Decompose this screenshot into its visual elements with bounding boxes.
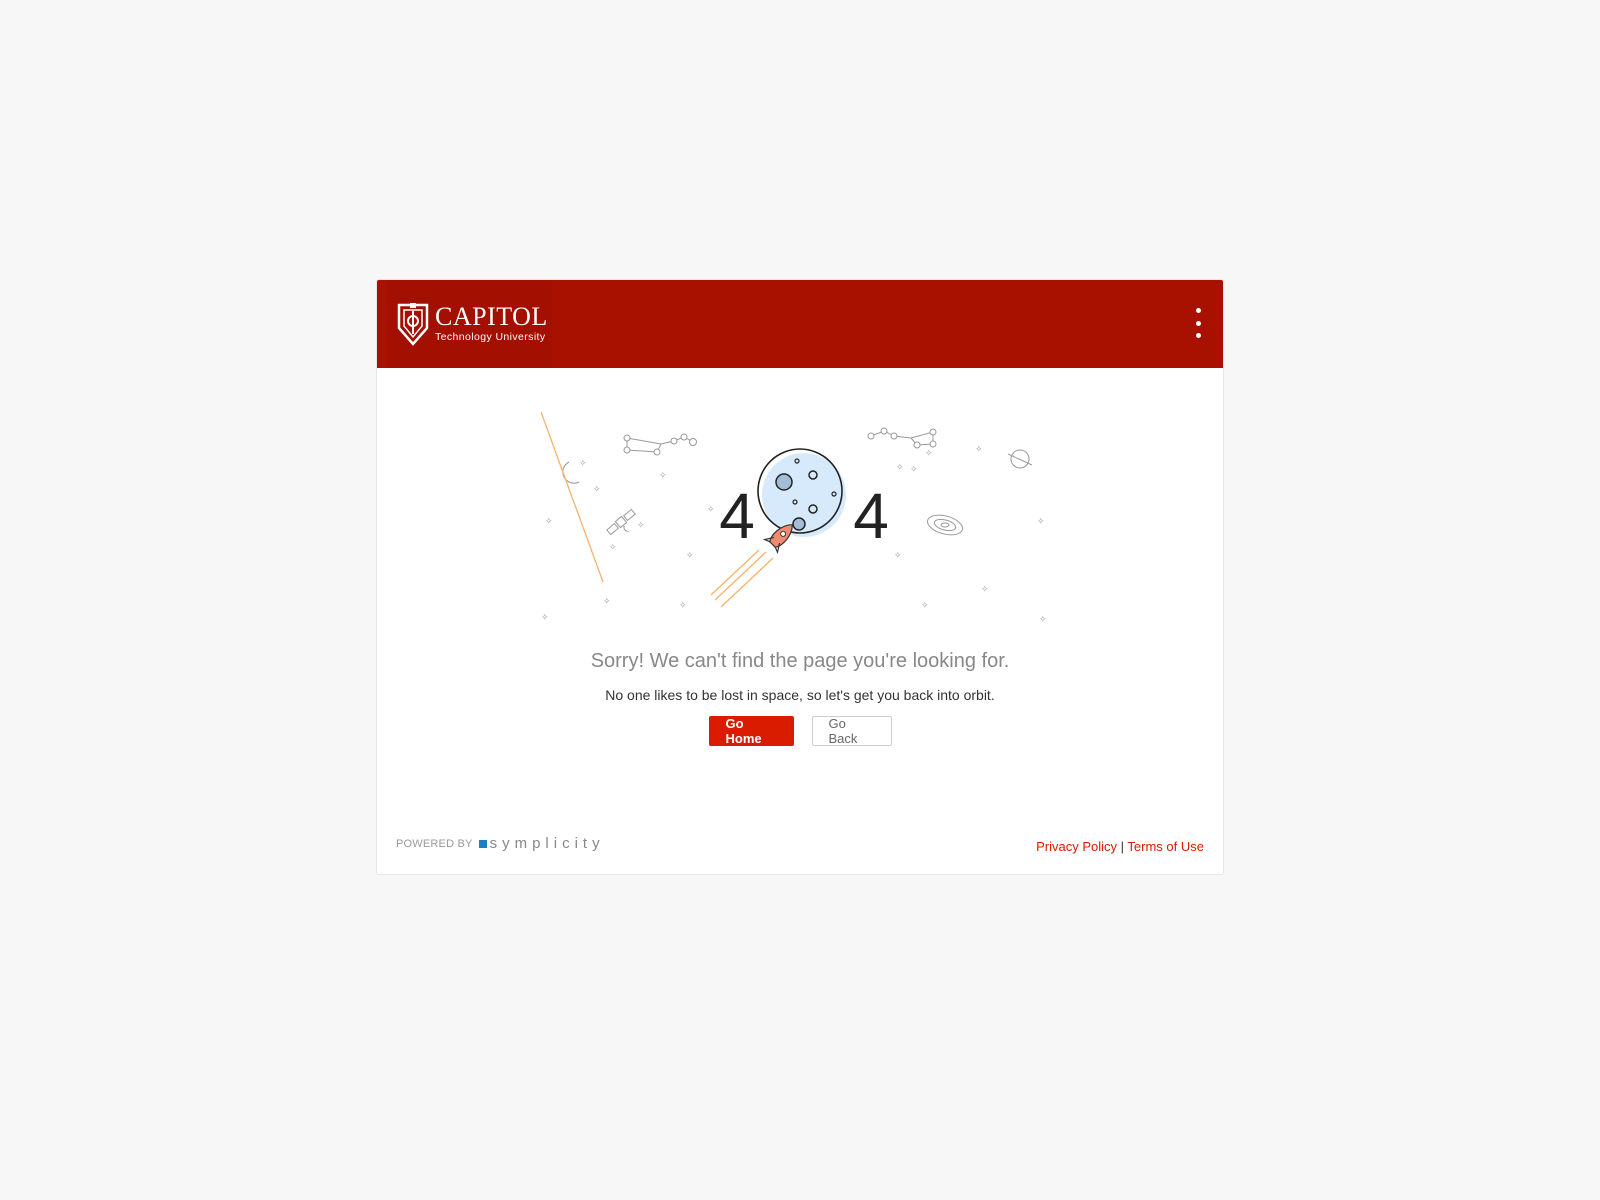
svg-text:✧: ✧: [707, 505, 715, 515]
svg-text:✧: ✧: [975, 445, 983, 455]
logo-title: CAPITOL: [435, 302, 548, 331]
error-heading: Sorry! We can't find the page you're loo…: [590, 650, 1010, 672]
powered-by: POWERED BY symplicity: [396, 835, 605, 852]
constellation-icon: [867, 427, 937, 449]
kebab-menu-icon[interactable]: [1191, 308, 1205, 338]
constellation-icon: [623, 433, 697, 456]
svg-text:✧: ✧: [609, 543, 617, 553]
svg-text:✧: ✧: [679, 601, 687, 611]
error-card: CAPITOL Technology University ✧ ✧ ✧ ✧ ✧ …: [376, 279, 1224, 875]
footer-links: Privacy Policy | Terms of Use: [1036, 839, 1204, 854]
header: CAPITOL Technology University: [377, 280, 1223, 368]
svg-text:✧: ✧: [686, 551, 694, 561]
logo-subtitle: Technology University: [435, 331, 546, 343]
svg-text:✧: ✧: [637, 521, 645, 531]
svg-text:✧: ✧: [541, 613, 549, 622]
planet-icon: [1007, 449, 1033, 469]
svg-text:✧: ✧: [659, 471, 667, 481]
symplicity-brand: symplicity: [489, 835, 605, 852]
error-message: No one likes to be lost in space, so let…: [605, 687, 995, 703]
powered-by-label: POWERED BY: [396, 837, 473, 850]
svg-text:✧: ✧: [896, 463, 904, 473]
university-logo[interactable]: CAPITOL Technology University: [387, 280, 552, 368]
go-back-button[interactable]: Go Back: [811, 716, 892, 746]
shield-logo-icon: [397, 303, 429, 346]
svg-text:✧: ✧: [603, 597, 611, 607]
digit-left: 4: [719, 480, 755, 552]
digit-right: 4: [853, 480, 889, 552]
svg-text:✧: ✧: [910, 465, 918, 475]
svg-text:✧: ✧: [545, 517, 553, 527]
svg-text:✧: ✧: [579, 459, 587, 469]
galaxy-icon: [926, 514, 964, 536]
svg-text:✧: ✧: [894, 551, 902, 561]
svg-text:✧: ✧: [1037, 517, 1045, 527]
svg-text:✧: ✧: [981, 585, 989, 595]
link-separator: |: [1120, 839, 1125, 854]
svg-text:✧: ✧: [593, 485, 601, 495]
svg-text:✧: ✧: [921, 601, 929, 611]
svg-text:✧: ✧: [925, 449, 933, 459]
svg-text:✧: ✧: [1039, 615, 1047, 622]
lost-in-space-illustration: ✧ ✧ ✧ ✧ ✧ ✧ ✧ ✧ ✧ ✧ ✧ ✧ ✧ ✧ ✧ ✧ ✧ ✧ ✧ ✧ 4 4: [541, 412, 1047, 622]
go-home-button[interactable]: Go Home: [708, 716, 794, 746]
symplicity-logo-square-icon: [478, 839, 487, 848]
moon-icon: [757, 448, 846, 537]
privacy-policy-link[interactable]: Privacy Policy: [1036, 839, 1117, 854]
terms-of-use-link[interactable]: Terms of Use: [1127, 839, 1204, 854]
satellite-icon: [606, 508, 636, 536]
